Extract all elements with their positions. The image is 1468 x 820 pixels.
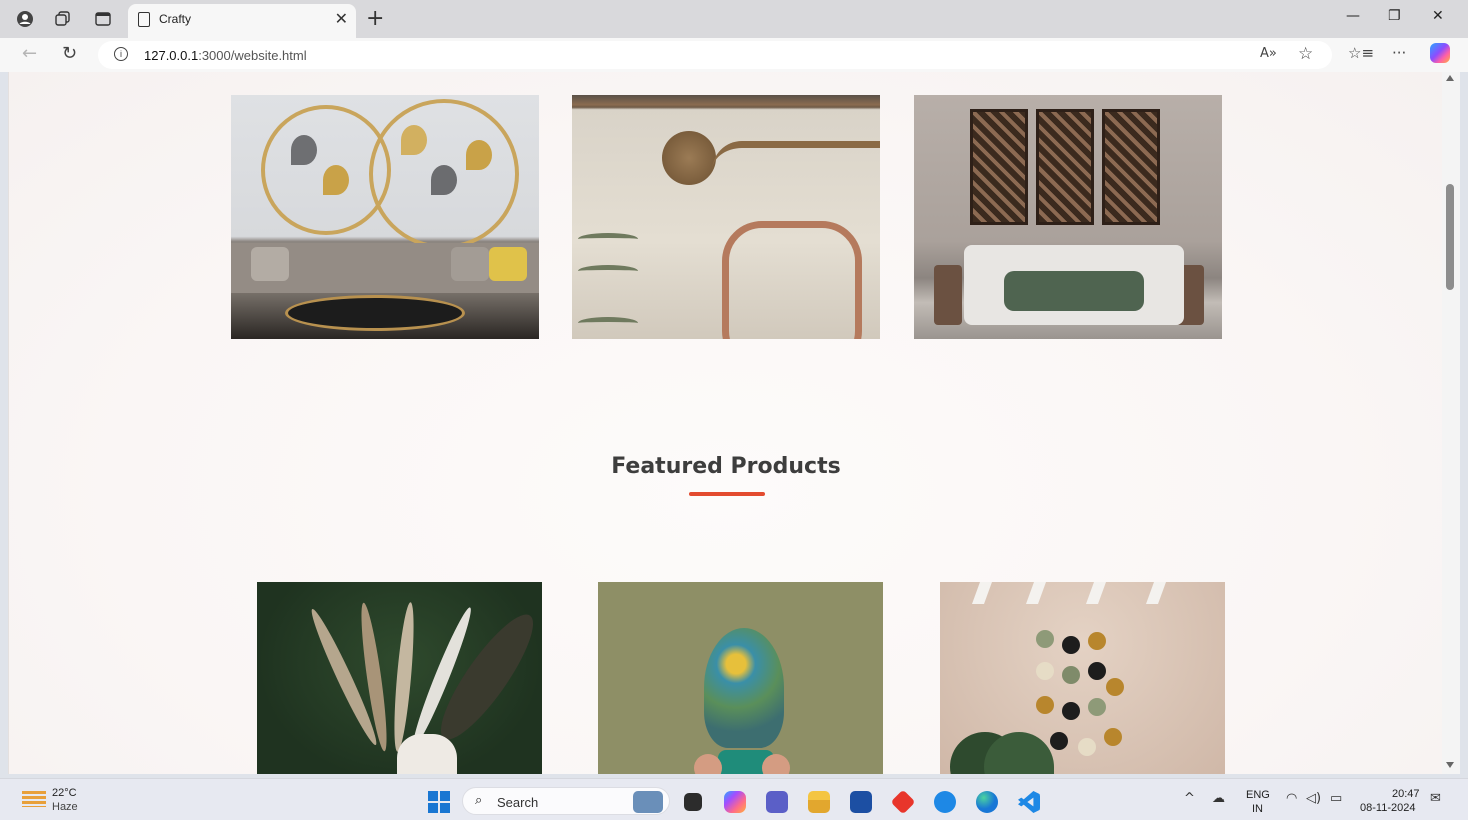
scrollbar-thumb[interactable] [1446, 184, 1454, 290]
weather-temperature[interactable]: 22°C [52, 787, 77, 799]
teams-icon[interactable] [766, 791, 788, 813]
section-heading: Featured Products [611, 454, 841, 479]
scroll-up-icon[interactable] [1446, 75, 1454, 81]
copilot-icon[interactable] [1430, 43, 1450, 63]
product-image-dried-flowers[interactable] [257, 582, 542, 774]
clock-time[interactable]: 20:47 [1392, 788, 1420, 800]
battery-icon[interactable]: ▭ [1330, 791, 1342, 806]
minimize-icon[interactable]: — [1346, 8, 1360, 24]
help-icon[interactable] [934, 791, 956, 813]
taskbar-search[interactable]: ⌕ Search [462, 787, 670, 815]
store-icon[interactable] [850, 791, 872, 813]
vscode-icon[interactable] [1018, 791, 1040, 813]
file-explorer-icon[interactable] [808, 791, 830, 813]
anydesk-icon[interactable] [890, 789, 916, 815]
tab-title: Crafty [159, 12, 192, 26]
search-icon: ⌕ [475, 793, 483, 808]
tab-crafty[interactable]: Crafty ✕ [128, 4, 356, 38]
close-window-icon[interactable]: ✕ [1432, 8, 1444, 24]
url-text[interactable]: 127.0.0.1:3000/website.html [144, 48, 307, 63]
onedrive-icon[interactable]: ☁ [1212, 791, 1225, 806]
windows-taskbar: 22°C Haze ⌕ Search ^ ☁ ENG IN ◠ ◁) ▭ 20:… [0, 778, 1468, 820]
show-hidden-icons[interactable]: ^ [1184, 791, 1195, 806]
favorites-list-icon[interactable]: ☆≡ [1348, 44, 1374, 62]
workspaces-icon[interactable] [52, 8, 74, 30]
browser-toolbar: ← ↻ i 127.0.0.1:3000/website.html A» ☆ ☆… [0, 38, 1468, 72]
product-image-wall-hanging[interactable] [940, 582, 1225, 774]
vertical-scrollbar[interactable] [1442, 72, 1460, 774]
browser-titlebar: Crafty ✕ + — ❐ ✕ [0, 0, 1468, 38]
page-viewport: Featured Products [8, 72, 1442, 774]
restore-icon[interactable]: ❐ [1388, 8, 1401, 24]
weather-description[interactable]: Haze [52, 801, 78, 813]
search-highlight-icon [633, 791, 663, 813]
weather-haze-icon[interactable] [22, 791, 46, 807]
wifi-icon[interactable]: ◠ [1286, 791, 1297, 806]
copilot-taskbar-icon[interactable] [724, 791, 746, 813]
tab-actions-icon[interactable] [92, 8, 114, 30]
gallery-image-rope-art[interactable] [572, 95, 880, 339]
page-icon [138, 12, 150, 27]
favorite-star-icon[interactable]: ☆ [1298, 44, 1313, 64]
refresh-icon[interactable]: ↻ [62, 43, 77, 64]
task-view-icon[interactable] [684, 793, 702, 811]
product-image-bouquet[interactable] [598, 582, 883, 774]
language-bottom[interactable]: IN [1252, 803, 1263, 815]
address-bar[interactable]: i 127.0.0.1:3000/website.html A» ☆ [98, 41, 1332, 69]
url-host: 127.0.0.1 [144, 48, 199, 63]
gallery-image-bedroom-panels[interactable] [914, 95, 1222, 339]
search-label: Search [497, 795, 539, 810]
edge-icon[interactable] [976, 791, 998, 813]
scroll-down-icon[interactable] [1446, 762, 1454, 768]
language-top[interactable]: ENG [1246, 789, 1270, 801]
new-tab-icon[interactable]: + [366, 6, 384, 31]
more-options-icon[interactable]: ··· [1392, 44, 1406, 62]
heading-underline [689, 492, 765, 496]
start-windows-icon[interactable] [428, 791, 450, 813]
profile-icon[interactable] [14, 8, 36, 30]
site-info-icon[interactable]: i [114, 47, 128, 61]
read-aloud-icon[interactable]: A» [1260, 46, 1277, 61]
notifications-icon[interactable]: ✉ [1430, 791, 1441, 806]
clock-date[interactable]: 08-11-2024 [1360, 802, 1415, 814]
gallery-image-wall-art[interactable] [231, 95, 539, 339]
url-path: :3000/website.html [198, 48, 307, 63]
close-tab-icon[interactable]: ✕ [335, 9, 348, 28]
back-icon[interactable]: ← [22, 43, 37, 64]
volume-icon[interactable]: ◁) [1306, 791, 1321, 806]
